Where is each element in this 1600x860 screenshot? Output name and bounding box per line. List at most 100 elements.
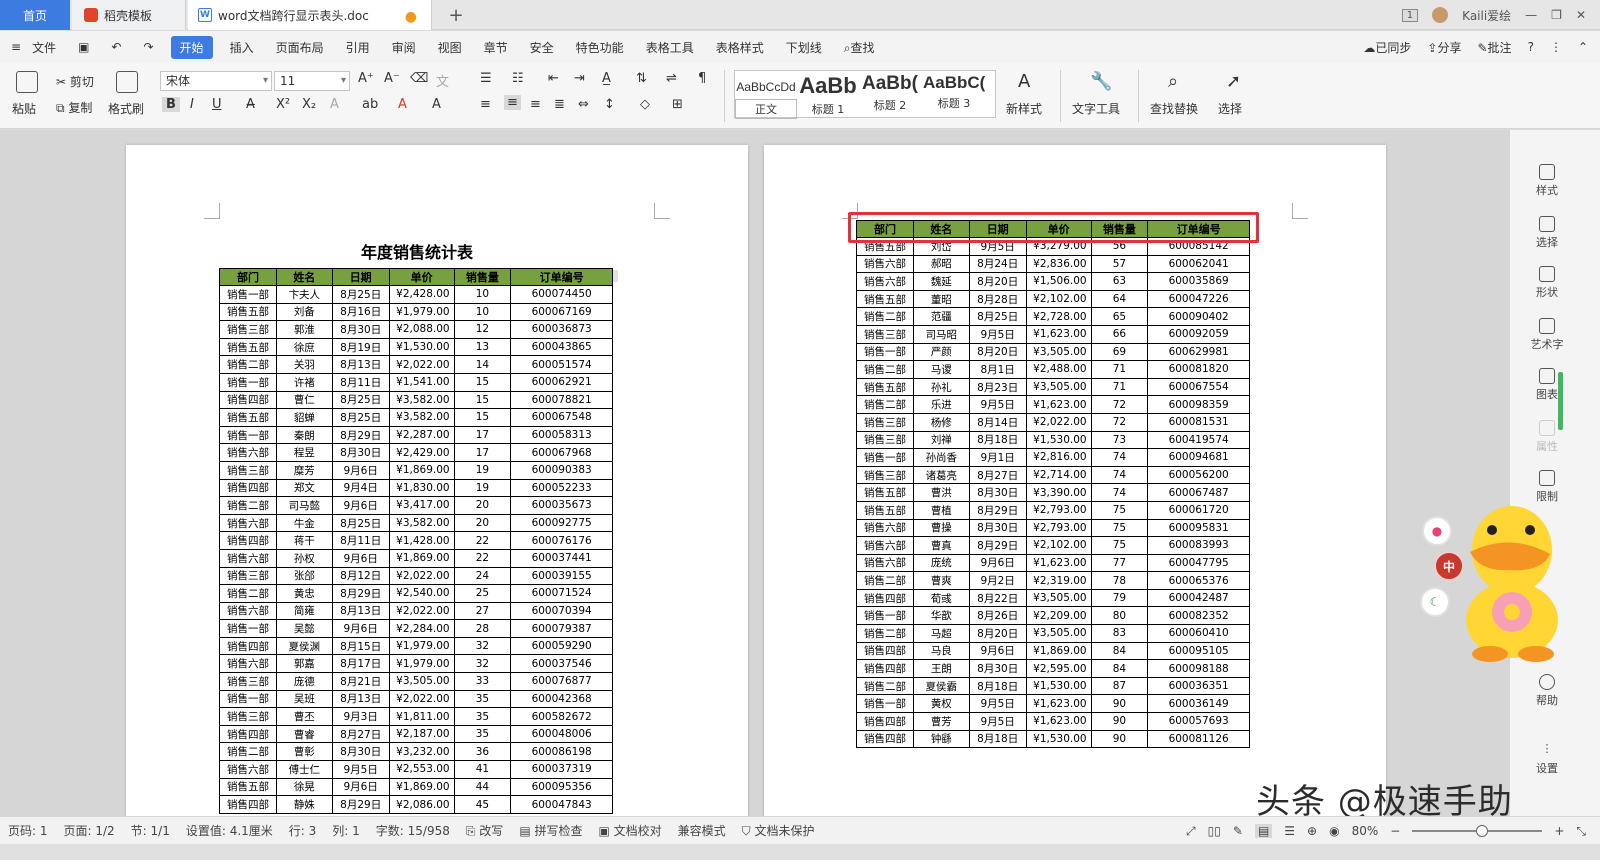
- cell-qty[interactable]: 75: [1090, 518, 1149, 538]
- cell-qty[interactable]: 27: [453, 601, 512, 621]
- header-qty[interactable]: 销售量: [453, 268, 512, 286]
- cell-order[interactable]: 600081126: [1147, 729, 1250, 749]
- cell-order[interactable]: 600058313: [510, 425, 613, 445]
- cell-name[interactable]: 曹真: [912, 536, 970, 555]
- help-icon[interactable]: ?: [1528, 40, 1534, 54]
- cell-name[interactable]: 严颜: [912, 342, 970, 362]
- cell-price[interactable]: ¥2,022.00: [388, 601, 455, 621]
- cell-price[interactable]: ¥1,869.00: [388, 460, 455, 480]
- cell-dept[interactable]: 销售四部: [856, 641, 914, 661]
- table-row[interactable]: 销售六部 曹操 8月30日 ¥2,793.00 75 600095831: [856, 518, 1250, 538]
- cell-dept[interactable]: 销售五部: [219, 777, 277, 797]
- table-row[interactable]: 销售二部 夏侯霸 8月18日 ¥1,530.00 87 600036351: [856, 676, 1250, 696]
- cell-price[interactable]: ¥1,530.00: [1025, 729, 1092, 749]
- cell-price[interactable]: ¥1,869.00: [388, 777, 455, 797]
- table-row[interactable]: 销售三部 张郃 8月12日 ¥2,022.00 24 600039155: [219, 566, 613, 586]
- cell-qty[interactable]: 84: [1090, 659, 1149, 678]
- chinese-layout-icon[interactable]: A̲: [602, 71, 611, 86]
- sales-table-page-1[interactable]: 部门 姓名 日期 单价 销售量 订单编号 销售一部 卞夫人 8月25日 ¥2,428.…: [219, 268, 613, 814]
- strikethrough-icon[interactable]: A̶: [246, 97, 255, 112]
- cell-order[interactable]: 600092059: [1147, 324, 1250, 344]
- tab-template[interactable]: 稻壳模板: [72, 0, 186, 30]
- cell-qty[interactable]: 17: [453, 443, 512, 462]
- cell-dept[interactable]: 销售五部: [856, 483, 914, 502]
- cell-order[interactable]: 600047843: [510, 795, 613, 814]
- outdent-icon[interactable]: ⇤: [548, 71, 559, 86]
- cursor-icon[interactable]: ➚: [1226, 71, 1241, 92]
- cell-name[interactable]: 曹彰: [275, 742, 333, 762]
- table-row[interactable]: 销售一部 吴懿 9月6日 ¥2,284.00 28 600079387: [219, 619, 613, 638]
- clear-format-icon[interactable]: ⌫: [410, 71, 428, 86]
- table-row[interactable]: 销售二部 司马懿 9月6日 ¥3,417.00 20 600035673: [219, 496, 613, 515]
- cell-date[interactable]: 8月13日: [331, 689, 390, 709]
- cell-dept[interactable]: 销售一部: [219, 425, 277, 445]
- cell-price[interactable]: ¥1,979.00: [388, 654, 455, 674]
- cell-order[interactable]: 600037441: [510, 548, 613, 568]
- cell-price[interactable]: ¥2,793.00: [1025, 500, 1092, 520]
- cell-price[interactable]: ¥2,102.00: [1025, 536, 1092, 555]
- cell-date[interactable]: 8月11日: [331, 531, 390, 550]
- cell-order[interactable]: 600061720: [1147, 500, 1250, 520]
- cell-order[interactable]: 600419574: [1147, 430, 1250, 450]
- cell-price[interactable]: ¥2,022.00: [388, 566, 455, 586]
- table-row[interactable]: 销售五部 曹洪 8月30日 ¥3,390.00 74 600067487: [856, 483, 1250, 502]
- table-row[interactable]: 销售三部 郭淮 8月30日 ¥2,088.00 12 600036873: [219, 320, 613, 339]
- show-marks-icon[interactable]: ¶: [698, 71, 706, 86]
- style-heading-1[interactable]: AaBb 标题 1: [799, 73, 857, 117]
- cell-price[interactable]: ¥2,553.00: [388, 760, 455, 779]
- table-header-row[interactable]: 部门 姓名 日期 单价 销售量 订单编号: [219, 268, 613, 286]
- cell-date[interactable]: 9月5日: [968, 324, 1027, 344]
- select-button[interactable]: 选择: [1218, 100, 1242, 117]
- cell-name[interactable]: 马超: [912, 624, 970, 643]
- status-revise[interactable]: ⎘ 改写: [458, 822, 511, 839]
- style-heading-3[interactable]: AaBbC( 标题 3: [923, 73, 985, 111]
- cell-dept[interactable]: 销售四部: [219, 390, 277, 410]
- cell-price[interactable]: ¥2,086.00: [388, 795, 455, 814]
- cell-qty[interactable]: 90: [1090, 694, 1149, 714]
- close-icon[interactable]: ✕: [1576, 8, 1586, 22]
- menu-features[interactable]: 特色功能: [565, 39, 635, 56]
- cell-date[interactable]: 9月5日: [331, 760, 390, 779]
- cell-order[interactable]: 600056200: [1147, 465, 1250, 485]
- table-row[interactable]: 销售六部 牛金 8月25日 ¥3,582.00 20 600092775: [219, 513, 613, 533]
- table-row[interactable]: 销售三部 司马昭 9月5日 ¥1,623.00 66 600092059: [856, 324, 1250, 344]
- cell-date[interactable]: 8月18日: [968, 729, 1027, 749]
- table-row[interactable]: 销售四部 曹仁 8月25日 ¥3,582.00 15 600078821: [219, 390, 613, 410]
- cell-order[interactable]: 600090402: [1147, 307, 1250, 326]
- cell-name[interactable]: 曹爽: [912, 571, 970, 590]
- font-name-select[interactable]: 宋体: [160, 71, 272, 91]
- table-row[interactable]: 销售六部 魏延 8月20日 ¥1,506.00 63 600035869: [856, 272, 1250, 291]
- cell-order[interactable]: 600052233: [510, 478, 613, 498]
- window-count-badge[interactable]: 1: [1401, 8, 1419, 22]
- cell-dept[interactable]: 销售三部: [856, 430, 914, 450]
- cell-price[interactable]: ¥2,540.00: [388, 584, 455, 603]
- cell-qty[interactable]: 57: [1090, 254, 1149, 274]
- cell-date[interactable]: 8月18日: [968, 430, 1027, 450]
- cell-dept[interactable]: 销售一部: [219, 619, 277, 638]
- cell-date[interactable]: 8月30日: [968, 659, 1027, 678]
- cell-name[interactable]: 司马昭: [912, 324, 970, 344]
- cell-qty[interactable]: 79: [1090, 588, 1149, 608]
- cell-qty[interactable]: 77: [1090, 553, 1149, 573]
- cell-dept[interactable]: 销售六部: [856, 553, 914, 573]
- cell-price[interactable]: ¥2,429.00: [388, 443, 455, 462]
- cell-order[interactable]: 600047226: [1147, 289, 1250, 309]
- cell-name[interactable]: 曹芳: [912, 712, 970, 731]
- table-row[interactable]: 销售二部 马谡 8月1日 ¥2,488.00 71 600081820: [856, 360, 1250, 379]
- cell-dept[interactable]: 销售六部: [219, 443, 277, 462]
- cell-price[interactable]: ¥1,530.00: [1025, 430, 1092, 450]
- cell-price[interactable]: ¥3,417.00: [388, 496, 455, 515]
- cell-name[interactable]: 魏延: [912, 272, 970, 291]
- cell-name[interactable]: 程昱: [275, 443, 333, 462]
- cell-date[interactable]: 9月6日: [331, 460, 390, 480]
- cell-dept[interactable]: 销售一部: [219, 285, 277, 304]
- cell-price[interactable]: ¥2,022.00: [388, 689, 455, 709]
- format-painter-icon[interactable]: [116, 71, 138, 93]
- font-size-select[interactable]: 11: [274, 71, 350, 91]
- cell-dept[interactable]: 销售一部: [219, 689, 277, 709]
- cell-price[interactable]: ¥1,428.00: [388, 531, 455, 550]
- cell-price[interactable]: ¥3,582.00: [388, 390, 455, 410]
- cell-order[interactable]: 600042487: [1147, 588, 1250, 608]
- cell-order[interactable]: 600065376: [1147, 571, 1250, 590]
- cell-order[interactable]: 600076877: [510, 672, 613, 691]
